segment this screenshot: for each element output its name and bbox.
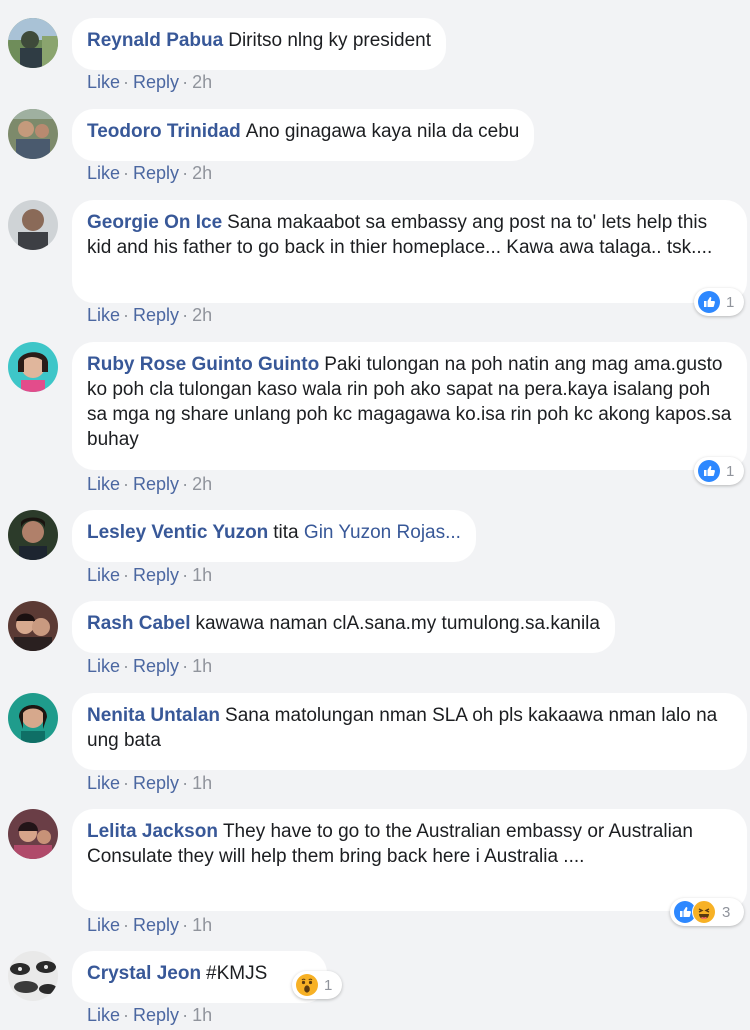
comment-text: Ano ginagawa kaya nila da cebu: [245, 121, 520, 142]
avatar[interactable]: [8, 601, 58, 651]
mention-link[interactable]: Gin Yuzon Rojas...: [304, 522, 461, 543]
reaction-count: 1: [726, 462, 735, 480]
like-link[interactable]: Like: [87, 305, 120, 325]
reply-link[interactable]: Reply: [133, 656, 179, 676]
avatar[interactable]: [8, 809, 58, 859]
comment-author[interactable]: Reynald Pabua: [87, 30, 223, 51]
comment-actions: Like · Reply · 2h: [87, 71, 212, 93]
comment-text: Diritso nlng ky president: [228, 30, 431, 51]
reaction-summary[interactable]: 1: [694, 457, 744, 485]
comment-actions: Like · Reply · 1h: [87, 1004, 212, 1026]
comment-bubble: Lelita Jackson They have to go to the Aus…: [72, 809, 747, 911]
reply-link[interactable]: Reply: [133, 565, 179, 585]
avatar[interactable]: [8, 342, 58, 392]
comment-bubble: Nenita Untalan Sana matolungan nman SLA o…: [72, 693, 747, 770]
reaction-summary[interactable]: 1: [694, 288, 744, 316]
separator: ·: [182, 773, 189, 793]
timestamp[interactable]: 2h: [192, 72, 212, 92]
comment-actions: Like · Reply · 1h: [87, 564, 212, 586]
reaction-count: 3: [722, 903, 731, 921]
reply-link[interactable]: Reply: [133, 474, 179, 494]
avatar[interactable]: [8, 200, 58, 250]
like-link[interactable]: Like: [87, 773, 120, 793]
separator: ·: [123, 72, 130, 92]
separator: ·: [182, 72, 189, 92]
separator: ·: [123, 915, 130, 935]
reaction-count: 1: [726, 293, 735, 311]
timestamp[interactable]: 1h: [192, 915, 212, 935]
separator: ·: [182, 1005, 189, 1025]
reply-link[interactable]: Reply: [133, 72, 179, 92]
comment-actions: Like · Reply · 1h: [87, 655, 212, 677]
comment-bubble: Rash Cabel kawawa naman clA.sana.my tumul…: [72, 601, 615, 653]
timestamp[interactable]: 2h: [192, 474, 212, 494]
timestamp[interactable]: 1h: [192, 773, 212, 793]
like-link[interactable]: Like: [87, 163, 120, 183]
reaction-summary[interactable]: 1: [292, 971, 342, 999]
separator: ·: [123, 565, 130, 585]
comment-bubble: Lesley Ventic Yuzon tita Gin Yuzon Rojas.…: [72, 510, 476, 562]
avatar[interactable]: [8, 951, 58, 1001]
comment-text: #KMJS: [206, 963, 268, 984]
separator: ·: [123, 773, 130, 793]
comment-text: tita: [273, 522, 299, 543]
separator: ·: [123, 474, 130, 494]
haha-icon: [692, 900, 716, 924]
like-icon: [698, 291, 720, 313]
comment-author[interactable]: Lesley Ventic Yuzon: [87, 522, 268, 543]
comment-author[interactable]: Nenita Untalan: [87, 705, 220, 726]
comment-actions: Like · Reply · 1h: [87, 772, 212, 794]
separator: ·: [123, 1005, 130, 1025]
reaction-count: 1: [324, 976, 333, 994]
timestamp[interactable]: 1h: [192, 565, 212, 585]
comment-actions: Like · Reply · 2h: [87, 473, 212, 495]
reaction-summary[interactable]: 3: [670, 898, 744, 926]
avatar[interactable]: [8, 109, 58, 159]
comment-bubble: Ruby Rose Guinto Guinto Paki tulongan na …: [72, 342, 747, 470]
timestamp[interactable]: 2h: [192, 305, 212, 325]
avatar[interactable]: [8, 18, 58, 68]
separator: ·: [182, 656, 189, 676]
reply-link[interactable]: Reply: [133, 773, 179, 793]
comment-bubble: Teodoro Trinidad Ano ginagawa kaya nila d…: [72, 109, 535, 161]
comment-bubble: Georgie On Ice Sana makaabot sa embassy a…: [72, 200, 747, 303]
like-link[interactable]: Like: [87, 1005, 120, 1025]
like-link[interactable]: Like: [87, 72, 120, 92]
comment-author[interactable]: Georgie On Ice: [87, 212, 222, 233]
comment-author[interactable]: Crystal Jeon: [87, 963, 201, 984]
separator: ·: [123, 163, 130, 183]
like-icon: [698, 460, 720, 482]
timestamp[interactable]: 2h: [192, 163, 212, 183]
comment-author[interactable]: Lelita Jackson: [87, 821, 218, 842]
reply-link[interactable]: Reply: [133, 163, 179, 183]
separator: ·: [182, 565, 189, 585]
timestamp[interactable]: 1h: [192, 1005, 212, 1025]
wow-icon: [296, 974, 318, 996]
separator: ·: [182, 915, 189, 935]
comment-actions: Like · Reply · 2h: [87, 162, 212, 184]
avatar[interactable]: [8, 510, 58, 560]
separator: ·: [123, 305, 130, 325]
separator: ·: [182, 474, 189, 494]
like-link[interactable]: Like: [87, 474, 120, 494]
separator: ·: [182, 163, 189, 183]
like-link[interactable]: Like: [87, 656, 120, 676]
comment-author[interactable]: Rash Cabel: [87, 613, 190, 634]
separator: ·: [182, 305, 189, 325]
reply-link[interactable]: Reply: [133, 1005, 179, 1025]
comment-bubble: Reynald Pabua Diritso nlng ky president: [72, 18, 446, 70]
comment-author[interactable]: Ruby Rose Guinto Guinto: [87, 354, 319, 375]
reply-link[interactable]: Reply: [133, 915, 179, 935]
like-link[interactable]: Like: [87, 915, 120, 935]
comment-bubble: Crystal Jeon #KMJS: [72, 951, 328, 1003]
reply-link[interactable]: Reply: [133, 305, 179, 325]
separator: ·: [123, 656, 130, 676]
comment-actions: Like · Reply · 1h: [87, 914, 212, 936]
comment-text: kawawa naman clA.sana.my tumulong.sa.kan…: [195, 613, 600, 634]
comment-actions: Like · Reply · 2h: [87, 304, 212, 326]
comment-author[interactable]: Teodoro Trinidad: [87, 121, 241, 142]
timestamp[interactable]: 1h: [192, 656, 212, 676]
avatar[interactable]: [8, 693, 58, 743]
like-link[interactable]: Like: [87, 565, 120, 585]
